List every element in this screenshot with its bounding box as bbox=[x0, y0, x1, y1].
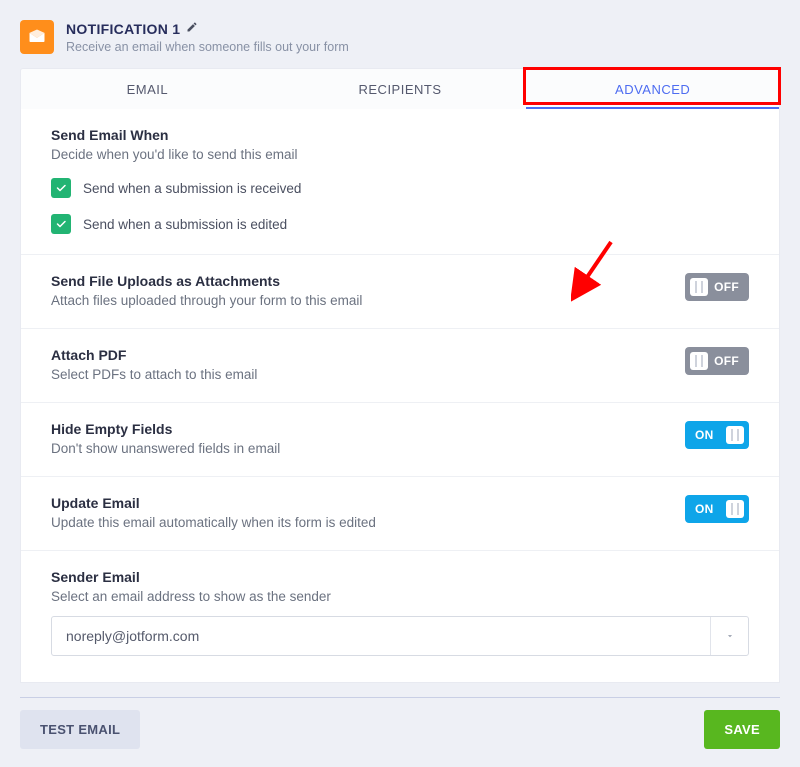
tabs-bar: EMAIL RECIPIENTS ADVANCED bbox=[20, 68, 780, 109]
section-update-email: Update Email Update this email automatic… bbox=[21, 477, 779, 551]
edit-title-icon[interactable] bbox=[186, 20, 198, 38]
notification-title: NOTIFICATION 1 bbox=[66, 21, 180, 37]
toggle-update-email[interactable]: ON bbox=[685, 495, 749, 523]
section-file-uploads: Send File Uploads as Attachments Attach … bbox=[21, 255, 779, 329]
notification-subtitle: Receive an email when someone fills out … bbox=[66, 40, 349, 54]
checkbox-submission-received[interactable] bbox=[51, 178, 71, 198]
toggle-file-uploads-state: OFF bbox=[714, 280, 739, 294]
attach-pdf-desc: Select PDFs to attach to this email bbox=[51, 367, 257, 382]
section-hide-empty: Hide Empty Fields Don't show unanswered … bbox=[21, 403, 779, 477]
file-uploads-desc: Attach files uploaded through your form … bbox=[51, 293, 362, 308]
advanced-panel: Send Email When Decide when you'd like t… bbox=[20, 109, 780, 683]
file-uploads-title: Send File Uploads as Attachments bbox=[51, 273, 362, 289]
footer-bar: TEST EMAIL SAVE bbox=[0, 710, 800, 767]
hide-empty-title: Hide Empty Fields bbox=[51, 421, 280, 437]
sender-email-value: noreply@jotform.com bbox=[52, 617, 710, 655]
sender-email-title: Sender Email bbox=[51, 569, 749, 585]
toggle-hide-empty[interactable]: ON bbox=[685, 421, 749, 449]
save-button[interactable]: SAVE bbox=[704, 710, 780, 749]
update-email-desc: Update this email automatically when its… bbox=[51, 515, 376, 530]
checkbox-label-received: Send when a submission is received bbox=[83, 181, 301, 196]
tab-email[interactable]: EMAIL bbox=[21, 69, 274, 109]
section-send-when: Send Email When Decide when you'd like t… bbox=[21, 109, 779, 255]
toggle-attach-pdf[interactable]: OFF bbox=[685, 347, 749, 375]
sender-email-select[interactable]: noreply@jotform.com bbox=[51, 616, 749, 656]
toggle-file-uploads[interactable]: OFF bbox=[685, 273, 749, 301]
send-when-desc: Decide when you'd like to send this emai… bbox=[51, 147, 749, 162]
tab-recipients[interactable]: RECIPIENTS bbox=[274, 69, 527, 109]
update-email-title: Update Email bbox=[51, 495, 376, 511]
chevron-down-icon[interactable] bbox=[710, 617, 748, 655]
toggle-hide-empty-state: ON bbox=[695, 428, 714, 442]
attach-pdf-title: Attach PDF bbox=[51, 347, 257, 363]
section-attach-pdf: Attach PDF Select PDFs to attach to this… bbox=[21, 329, 779, 403]
toggle-attach-pdf-state: OFF bbox=[714, 354, 739, 368]
tab-advanced[interactable]: ADVANCED bbox=[526, 69, 779, 109]
checkbox-label-edited: Send when a submission is edited bbox=[83, 217, 287, 232]
hide-empty-desc: Don't show unanswered fields in email bbox=[51, 441, 280, 456]
send-when-title: Send Email When bbox=[51, 127, 749, 143]
footer-separator bbox=[20, 697, 780, 698]
section-sender-email: Sender Email Select an email address to … bbox=[21, 551, 779, 682]
test-email-button[interactable]: TEST EMAIL bbox=[20, 710, 140, 749]
toggle-update-email-state: ON bbox=[695, 502, 714, 516]
checkbox-submission-edited[interactable] bbox=[51, 214, 71, 234]
envelope-icon bbox=[20, 20, 54, 54]
notification-header: NOTIFICATION 1 Receive an email when som… bbox=[20, 20, 780, 54]
sender-email-desc: Select an email address to show as the s… bbox=[51, 589, 749, 604]
